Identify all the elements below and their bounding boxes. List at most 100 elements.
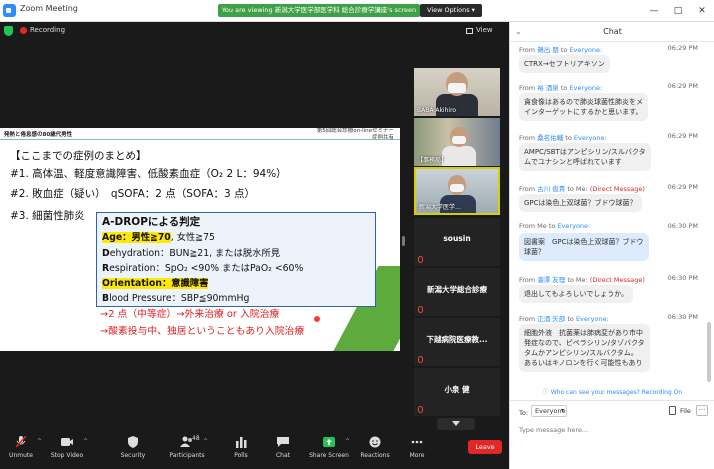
adrop-dehydration: Dehydration：BUN≧21, または脱水所見 xyxy=(102,245,280,259)
chat-recipient[interactable]: Everyone: xyxy=(574,134,607,142)
share-screen-button[interactable]: ^ Share Screen xyxy=(308,430,350,469)
muted-mic-icon xyxy=(418,406,423,413)
maximize-button[interactable]: □ xyxy=(666,0,690,22)
view-button[interactable]: View xyxy=(476,26,493,34)
participant-name: 新潟大学総合診療 xyxy=(427,285,487,294)
chat-message-bubble: AMPC/SBTはアンピシリン/スルバクタ ムでユナシンと呼ばれています xyxy=(519,143,651,171)
participant-name: BABA Akihiro xyxy=(417,107,457,114)
participant-tile[interactable]: 新潟大学総合診療 xyxy=(414,268,500,316)
chat-timestamp: 06:30 PM xyxy=(667,313,698,321)
participant-tile[interactable]: 【事務局】 xyxy=(414,118,500,166)
direct-message-tag: (Direct Message) xyxy=(589,185,645,193)
participant-tile-active-speaker[interactable]: 新潟大学医学... xyxy=(414,167,500,215)
slide-seminar-name: 第5回総合診療on-lineセミナー xyxy=(316,128,394,134)
chat-message-input[interactable] xyxy=(519,423,705,437)
chat-timestamp: 06:29 PM xyxy=(667,183,698,191)
chat-sender[interactable]: 鵜出 朋 xyxy=(537,46,559,54)
muted-mic-icon xyxy=(418,356,423,363)
chevron-up-icon[interactable]: ^ xyxy=(345,438,350,445)
adrop-age: Age：男性≧70, 女性≧75 xyxy=(102,229,215,243)
participant-name: 新潟大学医学... xyxy=(419,204,461,211)
chat-message-header: From 古川 俊貴 to Me: (Direct Message) xyxy=(519,185,645,193)
chat-timestamp: 06:30 PM xyxy=(667,222,698,230)
chat-sender[interactable]: 瀧澤 友理 xyxy=(537,276,565,284)
leave-button[interactable]: Leave xyxy=(468,440,502,454)
recipient-select[interactable]: Everyone xyxy=(531,405,567,417)
title-bar: Zoom Meeting You are viewing 新潟大学医学部医学科 … xyxy=(0,0,714,22)
zoom-app-icon xyxy=(3,4,16,17)
muted-mic-icon xyxy=(418,256,423,263)
chat-message-bubble: CTRX→セフトリアキソン xyxy=(519,55,610,73)
share-screen-icon xyxy=(323,437,335,447)
chat-message-bubble: 退出してもよろしいでしょうか。 xyxy=(519,285,634,303)
split-drag-handle[interactable] xyxy=(402,236,405,246)
participants-button[interactable]: 48 ^ Participants xyxy=(166,430,208,469)
adrop-pressure-text: lood Pressure：SBP≦90mmHg xyxy=(109,293,250,304)
chat-button[interactable]: Chat xyxy=(262,430,304,469)
chat-timestamp: 06:29 PM xyxy=(667,132,698,140)
chat-sender[interactable]: 正酒 矢部 xyxy=(537,315,565,323)
chat-timestamp: 06:29 PM xyxy=(667,82,698,90)
slide-problem-3: #3. 細菌性肺炎 xyxy=(10,210,85,222)
chat-sender[interactable]: 古川 俊貴 xyxy=(537,185,565,193)
chat-message-header: From 鵜出 朋 to Everyone: xyxy=(519,46,603,54)
more-dots-icon xyxy=(411,440,423,444)
chat-message-header: From Me to Everyone: xyxy=(519,222,591,230)
chat-recipient[interactable]: Everyone: xyxy=(569,46,602,54)
chat-recipient[interactable]: Everyone: xyxy=(576,315,609,323)
chat-recipient[interactable]: Everyone: xyxy=(557,222,590,230)
window-controls: — □ ✕ xyxy=(642,0,714,22)
adrop-age-highlight: Age：男性≧70 xyxy=(102,232,171,243)
chevron-up-icon[interactable]: ^ xyxy=(203,438,208,445)
chat-title: Chat xyxy=(603,27,622,36)
more-button[interactable]: More xyxy=(396,430,438,469)
polls-button[interactable]: Polls xyxy=(220,430,262,469)
minimize-button[interactable]: — xyxy=(642,0,666,22)
muted-mic-icon xyxy=(418,306,423,313)
chat-message-list[interactable]: From 鵜出 朋 to Everyone: 06:29 PM CTRX→セフト… xyxy=(510,42,714,395)
close-button[interactable]: ✕ xyxy=(690,0,714,22)
chat-message-header: From 瀧澤 友理 to Me: (Direct Message) xyxy=(519,276,645,284)
meeting-top-bar: Recording View xyxy=(0,22,509,40)
adrop-respiration: Respiration：SpO₂ <90% またはPaO₂ <60% xyxy=(102,260,303,274)
file-icon[interactable] xyxy=(669,406,676,415)
unmute-button[interactable]: ^ Unmute xyxy=(0,430,42,469)
meeting-toolbar: ^ Unmute ^ Stop Video Security 48 ^ Part… xyxy=(0,430,509,469)
bar-chart-icon xyxy=(236,437,247,448)
participant-tile[interactable]: 下越病院医療教... xyxy=(414,318,500,366)
participant-tile[interactable]: 小泉 健 xyxy=(414,368,500,416)
adrop-title: A-DROPによる判定 xyxy=(102,216,201,228)
chat-timestamp: 06:29 PM xyxy=(667,44,698,52)
video-camera-icon xyxy=(61,438,73,446)
shared-slide: 発熱と倦怠感の80歳代男性 第5回総合診療on-lineセミナー 症例共有 【こ… xyxy=(0,128,400,351)
file-button[interactable]: File xyxy=(680,407,691,415)
chat-sender[interactable]: 裕 酒泉 xyxy=(537,84,559,92)
microphone-muted-icon xyxy=(15,436,27,448)
adrop-age-rest: , 女性≧75 xyxy=(170,232,215,243)
smiley-icon xyxy=(369,436,381,448)
view-options-button[interactable]: View Options ▾ xyxy=(420,4,482,17)
chevron-up-icon[interactable]: ^ xyxy=(37,438,42,445)
participant-tile[interactable]: sousin xyxy=(414,218,500,266)
stop-video-button[interactable]: ^ Stop Video xyxy=(46,430,88,469)
chat-recipient[interactable]: Everyone: xyxy=(569,84,602,92)
shield-icon[interactable] xyxy=(4,26,13,36)
chevron-up-icon[interactable]: ^ xyxy=(83,438,88,445)
reactions-button[interactable]: Reactions xyxy=(354,430,396,469)
chat-more-button[interactable]: ··· xyxy=(696,405,708,416)
scroll-participants-down-button[interactable] xyxy=(437,418,475,430)
chat-timestamp: 06:30 PM xyxy=(667,274,698,282)
meeting-area: Recording View 発熱と倦怠感の80歳代男性 第5回総合診療on-l… xyxy=(0,22,509,469)
zoom-window: Zoom Meeting You are viewing 新潟大学医学部医学科 … xyxy=(0,0,714,469)
who-can-see-link[interactable]: ⓘ Who can see your messages? Recording O… xyxy=(510,387,714,397)
adrop-dehydration-letter: D xyxy=(102,248,110,259)
recording-label: Recording xyxy=(30,26,66,34)
security-button[interactable]: Security xyxy=(112,430,154,469)
participant-name: 小泉 健 xyxy=(444,385,470,394)
slide-problem-1: #1. 高体温、軽度意識障害、低酸素血症（O₂ 2 L：94%） xyxy=(10,168,287,180)
participant-tile[interactable]: BABA Akihiro xyxy=(414,68,500,116)
chat-sender[interactable]: 桑名佑輔 xyxy=(537,134,563,142)
adrop-orientation-highlight: Orientation：意識障害 xyxy=(102,278,209,289)
chat-scrollbar[interactable] xyxy=(707,322,711,382)
chat-panel: ⌄ Chat From 鵜出 朋 to Everyone: 06:29 PM C… xyxy=(509,22,714,469)
